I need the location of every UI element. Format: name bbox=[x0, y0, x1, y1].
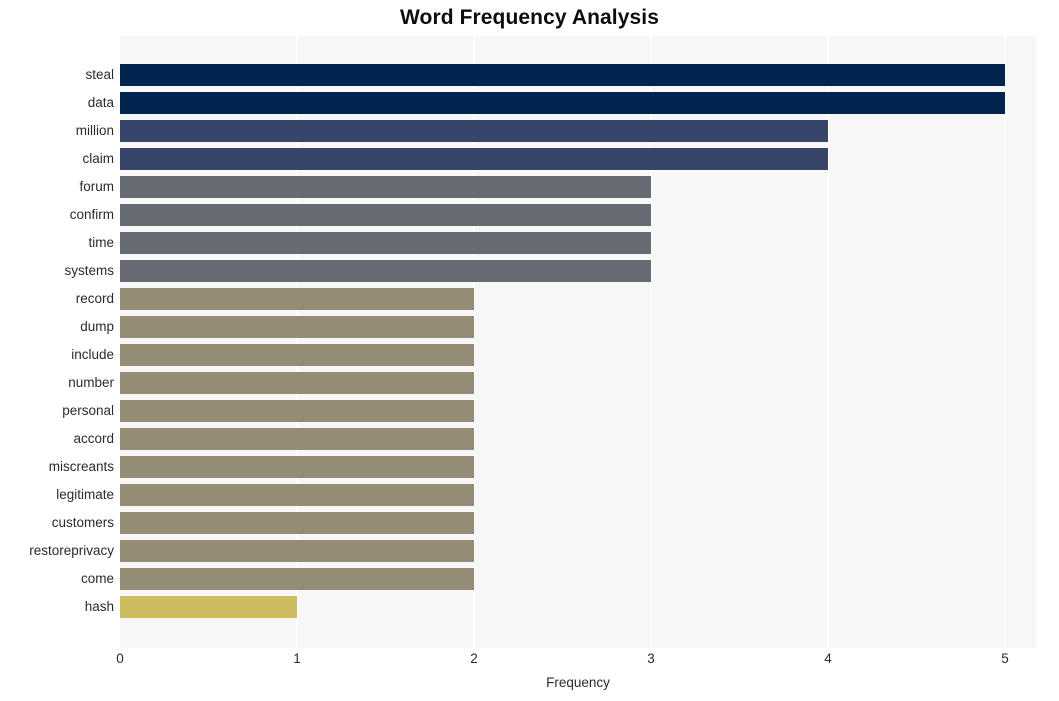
bar bbox=[120, 344, 474, 366]
bar bbox=[120, 372, 474, 394]
bar bbox=[120, 512, 474, 534]
bar bbox=[120, 596, 297, 618]
bar bbox=[120, 176, 651, 198]
bar bbox=[120, 92, 1005, 114]
bar bbox=[120, 64, 1005, 86]
y-axis-tick-label: systems bbox=[64, 263, 114, 278]
y-axis-tick-label: steal bbox=[85, 67, 114, 82]
y-axis-tick-label: customers bbox=[51, 515, 114, 530]
bar bbox=[120, 540, 474, 562]
bar bbox=[120, 568, 474, 590]
x-axis-tick-label: 3 bbox=[647, 651, 655, 666]
chart-title: Word Frequency Analysis bbox=[399, 6, 660, 29]
bar bbox=[120, 232, 651, 254]
y-axis-tick-label: number bbox=[68, 375, 114, 390]
y-axis-tick-label: million bbox=[75, 123, 114, 138]
y-axis-tick-label: miscreants bbox=[48, 459, 114, 474]
y-axis-tick-label: dump bbox=[80, 319, 114, 334]
y-axis-tick-label: time bbox=[88, 235, 114, 250]
y-axis-tick-label: restoreprivacy bbox=[29, 543, 114, 558]
bar bbox=[120, 288, 474, 310]
bar bbox=[120, 120, 828, 142]
word-frequency-chart-figure: Word Frequency Analysis steal data million… bbox=[0, 0, 1059, 701]
bar bbox=[120, 400, 474, 422]
y-axis-tick-label: legitimate bbox=[56, 487, 114, 502]
x-axis-tick-labels: 0 1 2 3 4 5 bbox=[0, 651, 1059, 673]
x-axis-tick-label: 4 bbox=[824, 651, 832, 666]
y-axis-tick-label: data bbox=[87, 95, 114, 110]
y-axis-tick-label: come bbox=[80, 571, 114, 586]
bar bbox=[120, 484, 474, 506]
y-axis-tick-label: claim bbox=[82, 151, 114, 166]
bar bbox=[120, 148, 828, 170]
x-axis-tick-label: 0 bbox=[116, 651, 124, 666]
bar bbox=[120, 260, 651, 282]
bars-layer bbox=[120, 36, 1036, 648]
x-axis-tick-label: 1 bbox=[293, 651, 301, 666]
y-axis-tick-label: personal bbox=[62, 403, 114, 418]
bar bbox=[120, 204, 651, 226]
y-axis-tick-label: include bbox=[71, 347, 114, 362]
y-axis-tick-label: forum bbox=[79, 179, 114, 194]
y-axis-tick-label: confirm bbox=[69, 207, 114, 222]
bar bbox=[120, 428, 474, 450]
y-axis-tick-label: hash bbox=[84, 599, 114, 614]
plot-area bbox=[120, 36, 1036, 648]
x-axis-tick-label: 5 bbox=[1001, 651, 1009, 666]
x-axis-tick-label: 2 bbox=[470, 651, 478, 666]
bar bbox=[120, 316, 474, 338]
y-axis-tick-labels: steal data million claim forum confirm time sys… bbox=[0, 36, 114, 648]
x-axis-title: Frequency bbox=[546, 675, 610, 690]
bar bbox=[120, 456, 474, 478]
y-axis-tick-label: accord bbox=[73, 431, 114, 446]
y-axis-tick-label: record bbox=[75, 291, 114, 306]
